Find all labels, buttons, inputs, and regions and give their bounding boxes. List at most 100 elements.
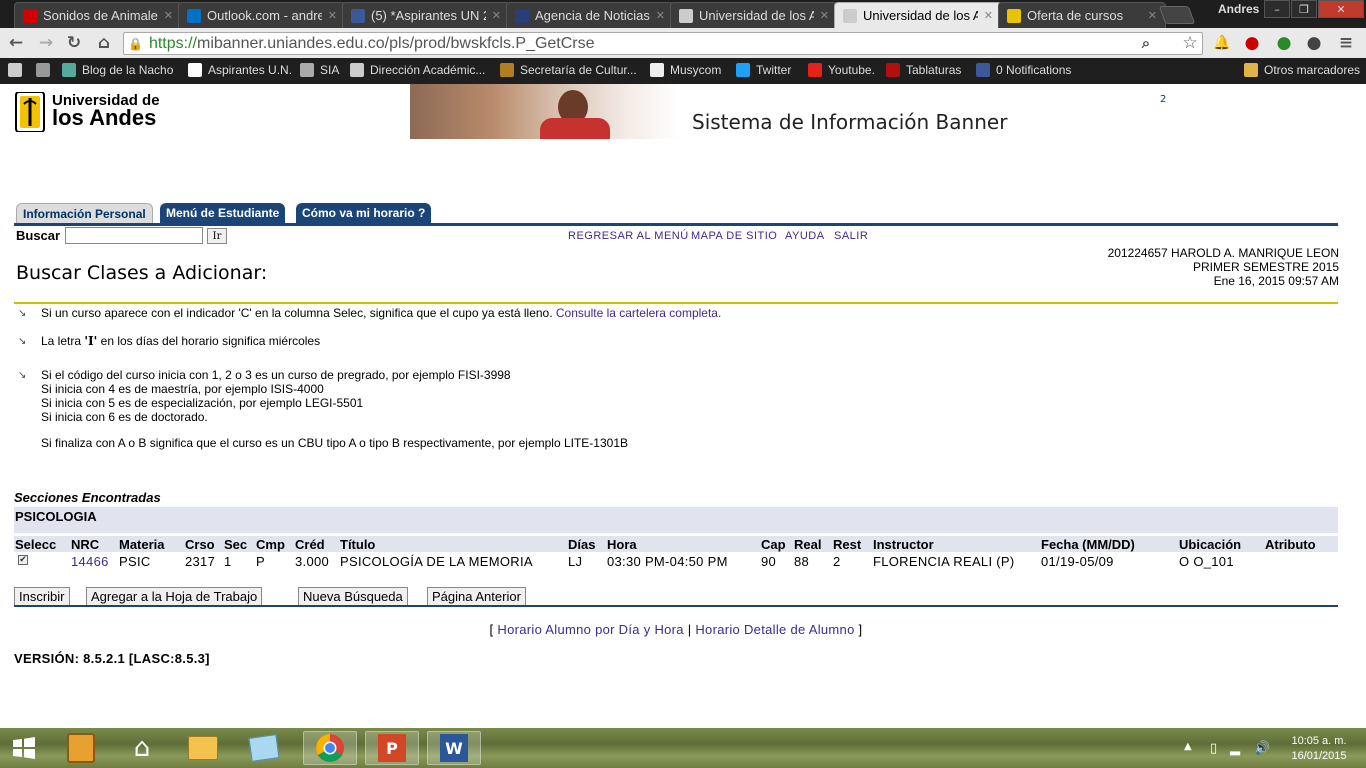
cell-cred: 3.000 (295, 554, 330, 569)
bookmark-item[interactable]: Blog de la Nacho (62, 63, 173, 77)
extension2-icon[interactable]: ● (1304, 33, 1324, 53)
bookmark-item[interactable]: Tablaturas (886, 63, 961, 77)
browser-tab[interactable]: Sonidos de Animales ✕ (14, 2, 182, 28)
reload-icon[interactable]: ↻ (64, 33, 84, 53)
close-window-button[interactable]: ✕ (1318, 0, 1364, 18)
cell-nrc[interactable]: 14466 (71, 554, 109, 569)
battery-icon[interactable]: ▯ (1210, 741, 1217, 756)
browser-tab[interactable]: (5) *Aspirantes UN 20 ✕ (342, 2, 510, 28)
word-app-icon[interactable]: W (427, 731, 481, 765)
tray-arrow-icon[interactable]: ▲ (1184, 741, 1192, 752)
horario-dia-hora-link[interactable]: Horario Alumno por Día y Hora (497, 622, 683, 637)
bookmark-item[interactable]: SIA (300, 63, 339, 77)
chrome-app-icon[interactable] (303, 731, 357, 765)
tab-menu-estudiante[interactable]: Menú de Estudiante (160, 203, 286, 223)
pagina-anterior-button[interactable]: Página Anterior (427, 587, 526, 606)
extension-icon[interactable]: ● (1274, 33, 1294, 53)
menu-icon[interactable]: ≡ (1336, 33, 1356, 53)
info-divider (14, 302, 1338, 304)
minimize-button[interactable]: – (1264, 0, 1290, 18)
bookmark-icon-only[interactable] (8, 63, 28, 77)
bookmark-favicon-icon (300, 63, 314, 77)
file-explorer-icon[interactable] (181, 731, 225, 765)
tab-close-icon[interactable]: ✕ (984, 9, 993, 22)
home-app-icon[interactable]: ⌂ (120, 731, 164, 765)
browser-tab[interactable]: Universidad de los An ✕ (834, 2, 1002, 28)
nueva-busqueda-button[interactable]: Nueva Búsqueda (298, 587, 408, 606)
notes-app-icon[interactable] (59, 731, 103, 765)
term-label: PRIMER SEMESTRE 2015 (1192, 260, 1339, 274)
link-separator: | (687, 622, 692, 637)
agregar-hoja-button[interactable]: Agregar a la Hoja de Trabajo (86, 587, 263, 606)
tab-close-icon[interactable]: ✕ (820, 9, 829, 22)
link-ayuda[interactable]: AYUDA (785, 230, 825, 242)
powerpoint-app-icon[interactable]: P (365, 731, 419, 765)
tab-close-icon[interactable]: ✕ (656, 9, 665, 22)
tab-close-icon[interactable]: ✕ (1148, 9, 1157, 22)
tab-como-va-mi-horario[interactable]: Cómo va mi horario ? (296, 203, 432, 223)
profile-name[interactable]: Andres (1218, 2, 1259, 16)
col-titulo: Título (340, 537, 376, 552)
bookmark-favicon-icon (188, 63, 202, 77)
page-title: Buscar Clases a Adicionar: (16, 262, 268, 284)
banner-photo (410, 84, 680, 139)
cell-materia: PSIC (119, 554, 151, 569)
word-icon: W (440, 734, 468, 762)
bookmark-label: Musycom (670, 63, 722, 77)
bookmark-favicon-icon (500, 63, 514, 77)
restore-button[interactable]: ❐ (1291, 0, 1317, 18)
browser-tab[interactable]: Agencia de Noticias ✕ (506, 2, 674, 28)
browser-tab[interactable]: Universidad de los An ✕ (670, 2, 838, 28)
folder-app-icon[interactable] (242, 731, 286, 765)
tab-close-icon[interactable]: ✕ (164, 9, 173, 22)
bookmark-label: Youtube. (828, 63, 875, 77)
bookmark-label: 0 Notifications (996, 63, 1072, 77)
bookmark-item[interactable]: Aspirantes U.N. (188, 63, 292, 77)
forward-arrow-icon[interactable]: → (36, 33, 56, 53)
bookmark-item[interactable]: Dirección Académic... (350, 63, 485, 77)
info-item2-bold: 'I' (84, 334, 98, 348)
tab-close-icon[interactable]: ✕ (328, 9, 337, 22)
col-atributo: Atributo (1265, 537, 1316, 552)
col-nrc: NRC (71, 537, 100, 552)
search-go-button[interactable]: Ir (207, 228, 227, 244)
bookmark-item[interactable]: Secretaría de Cultur... (500, 63, 637, 77)
url-scheme: https:// (148, 34, 197, 52)
other-bookmarks[interactable]: Otros marcadores (1244, 63, 1360, 77)
timestamp: Ene 16, 2015 09:57 AM (1213, 274, 1339, 288)
taskbar-clock[interactable]: 10:05 a. m. 16/01/2015 (1284, 734, 1354, 764)
tab-title: Sonidos de Animales (43, 8, 158, 23)
new-tab-button[interactable] (1158, 6, 1196, 24)
home-icon[interactable]: ⌂ (94, 33, 114, 53)
adblock-icon[interactable]: ● (1242, 33, 1262, 53)
col-sec: Sec (224, 537, 248, 552)
bookmark-icon-only[interactable] (36, 63, 56, 77)
tab-close-icon[interactable]: ✕ (492, 9, 501, 22)
select-checkbox[interactable]: ✔ (18, 555, 28, 565)
link-salir[interactable]: SALIR (834, 230, 868, 242)
bookmark-item[interactable]: Musycom (650, 63, 721, 77)
bell-icon[interactable]: 🔔 (1212, 33, 1232, 53)
link-regresar-menu[interactable]: REGRESAR AL MENÚ (568, 230, 689, 242)
start-button[interactable] (2, 731, 46, 765)
signal-icon[interactable]: ▂ (1230, 741, 1240, 756)
search-input[interactable] (65, 227, 203, 244)
browser-tab[interactable]: Outlook.com - andre ✕ (178, 2, 346, 28)
bookmark-item[interactable]: Youtube. (808, 63, 875, 77)
bookmark-label: Twitter (756, 63, 792, 77)
tab-informacion-personal[interactable]: Información Personal (16, 203, 153, 223)
volume-icon[interactable]: 🔊 (1254, 741, 1270, 756)
bookmark-item[interactable]: Twitter (736, 63, 791, 77)
bookmark-item[interactable]: 0 Notifications (976, 63, 1071, 77)
link-mapa-sitio[interactable]: MAPA DE SITIO (691, 230, 777, 242)
cartelera-link[interactable]: Consulte la cartelera completa. (556, 306, 721, 320)
cell-cap: 90 (761, 554, 777, 569)
tab-title: Outlook.com - andre (207, 8, 322, 23)
star-icon[interactable]: ☆ (1180, 33, 1200, 53)
browser-tab[interactable]: Oferta de cursos ✕ (998, 2, 1166, 28)
horario-detalle-link[interactable]: Horario Detalle de Alumno (695, 622, 854, 637)
back-arrow-icon[interactable]: ← (6, 33, 26, 53)
search-icon[interactable]: ⌕ (1136, 33, 1156, 53)
inscribir-button[interactable]: Inscribir (14, 587, 70, 606)
address-bar[interactable]: 🔒 https://mibanner.uniandes.edu.co/pls/p… (123, 32, 1203, 55)
